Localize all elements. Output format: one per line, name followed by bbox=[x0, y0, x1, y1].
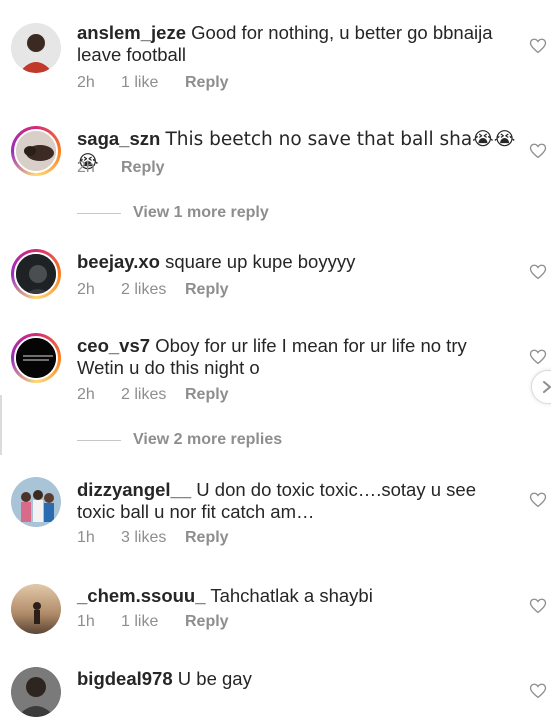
avatar-image bbox=[11, 584, 61, 634]
username[interactable]: saga_szn bbox=[77, 128, 160, 149]
chevron-right-icon bbox=[543, 381, 551, 393]
avatar[interactable] bbox=[11, 126, 61, 176]
avatar[interactable] bbox=[11, 249, 61, 299]
like-count[interactable]: 1 like bbox=[121, 74, 185, 92]
comment-time: 2h bbox=[77, 159, 95, 176]
heart-outline-icon[interactable] bbox=[529, 263, 547, 281]
comment-time: 2h bbox=[77, 74, 95, 91]
avatar-image bbox=[11, 477, 61, 527]
view-more-label: View 2 more replies bbox=[133, 431, 283, 448]
username[interactable]: _chem.ssouu_ bbox=[77, 585, 206, 606]
avatar[interactable] bbox=[11, 477, 61, 527]
reply-button[interactable]: Reply bbox=[185, 74, 229, 92]
comment-text: U be gay bbox=[177, 668, 252, 689]
view-more-replies-button[interactable]: View 1 more reply bbox=[77, 204, 269, 222]
comment-time: 2h bbox=[77, 281, 95, 298]
avatar-image bbox=[11, 23, 61, 73]
comment-text-block: beejay.xo square up kupe boyyyy bbox=[77, 251, 517, 273]
comment-text-block: bigdeal978 U be gay bbox=[77, 668, 517, 690]
divider-line bbox=[77, 439, 121, 441]
comment-text: square up kupe boyyyy bbox=[165, 251, 356, 272]
comment-meta: 2h 2 likes Reply bbox=[77, 281, 229, 299]
avatar-image bbox=[11, 667, 61, 717]
view-more-label: View 1 more reply bbox=[133, 204, 269, 221]
comment-meta: 2h Reply bbox=[77, 159, 165, 177]
panel-edge-divider bbox=[0, 395, 2, 455]
comment-text-block: ceo_vs7 Oboy for ur life I mean for ur l… bbox=[77, 335, 517, 379]
username[interactable]: ceo_vs7 bbox=[77, 335, 150, 356]
heart-outline-icon[interactable] bbox=[529, 142, 547, 160]
heart-outline-icon[interactable] bbox=[529, 597, 547, 615]
reply-button[interactable]: Reply bbox=[185, 529, 229, 547]
avatar[interactable] bbox=[11, 23, 61, 73]
like-count[interactable]: 1 like bbox=[121, 613, 185, 631]
heart-outline-icon[interactable] bbox=[529, 491, 547, 509]
username[interactable]: dizzyangel__ bbox=[77, 479, 191, 500]
view-more-replies-button[interactable]: View 2 more replies bbox=[77, 431, 282, 449]
comment-time: 2h bbox=[77, 386, 95, 403]
avatar[interactable] bbox=[11, 584, 61, 634]
avatar[interactable] bbox=[11, 667, 61, 717]
comment-meta: 2h 2 likes Reply bbox=[77, 386, 229, 404]
heart-outline-icon[interactable] bbox=[529, 37, 547, 55]
comment-meta: 1h 3 likes Reply bbox=[77, 529, 229, 547]
username[interactable]: bigdeal978 bbox=[77, 668, 173, 689]
next-post-button[interactable] bbox=[531, 370, 551, 404]
comment-text-block: dizzyangel__ U don do toxic toxic….sotay… bbox=[77, 479, 517, 523]
comment-text-block: anslem_jeze Good for nothing, u better g… bbox=[77, 22, 517, 66]
divider-line bbox=[77, 212, 121, 214]
reply-button[interactable]: Reply bbox=[121, 159, 165, 177]
comment-time: 1h bbox=[77, 529, 95, 546]
comment-meta: 1h 1 like Reply bbox=[77, 613, 229, 631]
username[interactable]: anslem_jeze bbox=[77, 22, 186, 43]
reply-button[interactable]: Reply bbox=[185, 613, 229, 631]
comment-meta: 2h 1 like Reply bbox=[77, 74, 229, 92]
reply-button[interactable]: Reply bbox=[185, 386, 229, 404]
reply-button[interactable]: Reply bbox=[185, 281, 229, 299]
like-count[interactable]: 2 likes bbox=[121, 386, 185, 404]
comment-text: Tahchatlak a shaybi bbox=[210, 585, 373, 606]
comment-text-block: _chem.ssouu_ Tahchatlak a shaybi bbox=[77, 585, 517, 607]
avatar-image bbox=[16, 338, 56, 378]
like-count[interactable]: 3 likes bbox=[121, 529, 185, 547]
heart-outline-icon[interactable] bbox=[529, 348, 547, 366]
avatar-image bbox=[16, 131, 56, 171]
comment-time: 1h bbox=[77, 613, 95, 630]
heart-outline-icon[interactable] bbox=[529, 682, 547, 700]
avatar-image bbox=[16, 254, 56, 294]
like-count[interactable]: 2 likes bbox=[121, 281, 185, 299]
username[interactable]: beejay.xo bbox=[77, 251, 160, 272]
avatar[interactable] bbox=[11, 333, 61, 383]
